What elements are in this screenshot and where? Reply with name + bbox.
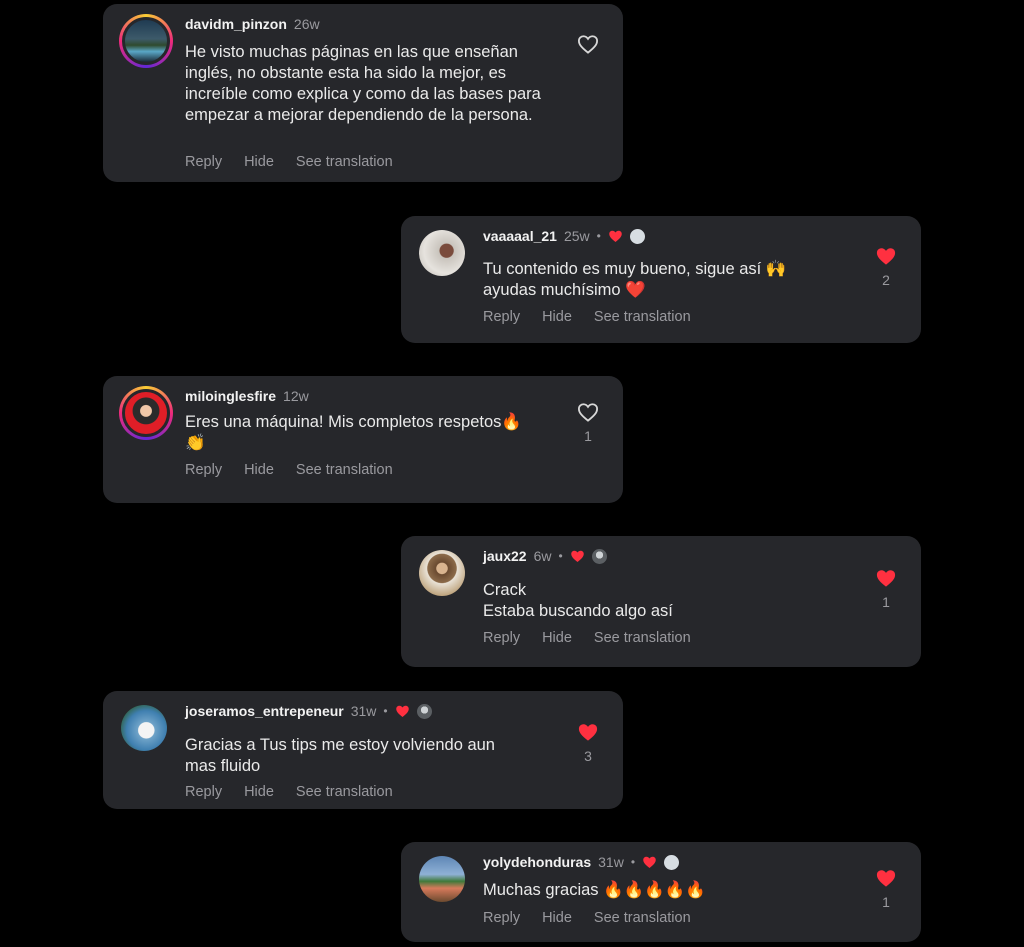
comment-card: davidm_pinzon 26w He visto muchas página… xyxy=(103,4,623,182)
like-button[interactable] xyxy=(577,34,599,54)
comment-card: jaux22 6w • Crack Estaba buscando algo a… xyxy=(401,536,921,667)
username[interactable]: davidm_pinzon xyxy=(185,16,287,32)
like-count: 1 xyxy=(882,894,890,910)
see-translation-button[interactable]: See translation xyxy=(296,154,393,170)
heart-filled-icon xyxy=(876,870,896,887)
like-button[interactable]: 2 xyxy=(875,246,897,288)
creator-avatar-icon xyxy=(664,854,680,870)
comment-text-line: Gracias a Tus tips me estoy volviendo au… xyxy=(185,736,495,754)
creator-liked-heart-icon xyxy=(395,705,409,717)
reply-button[interactable]: Reply xyxy=(185,784,222,800)
like-count: 2 xyxy=(882,272,890,288)
hide-button[interactable]: Hide xyxy=(244,784,274,800)
timestamp: 31w xyxy=(350,703,377,719)
heart-filled-icon xyxy=(876,570,896,587)
comment-actions: Reply Hide See translation xyxy=(483,630,691,646)
hide-button[interactable]: Hide xyxy=(542,309,572,325)
comment-text: Tu contenido es muy bueno, sigue así 🙌 a… xyxy=(483,259,853,301)
timestamp: 12w xyxy=(283,388,309,404)
comment-text: Crack Estaba buscando algo así xyxy=(483,580,853,622)
like-button[interactable]: 1 xyxy=(875,568,897,610)
like-button[interactable]: 1 xyxy=(875,868,897,910)
avatar[interactable] xyxy=(119,14,173,68)
hide-button[interactable]: Hide xyxy=(542,630,572,646)
comment-meta: davidm_pinzon 26w xyxy=(185,16,320,32)
username[interactable]: vaaaaal_21 xyxy=(483,228,557,244)
comment-actions: Reply Hide See translation xyxy=(483,309,691,325)
like-button[interactable]: 3 xyxy=(577,722,599,764)
see-translation-button[interactable]: See translation xyxy=(296,784,393,800)
comment-text: Gracias a Tus tips me estoy volviendo au… xyxy=(185,735,555,777)
comment-meta: jaux22 6w • xyxy=(483,548,607,564)
comment-text-line: ayudas muchísimo ❤️ xyxy=(483,281,646,299)
comment-card: miloinglesfire 12w Eres una máquina! Mis… xyxy=(103,376,623,503)
comment-text-line: mas fluido xyxy=(185,757,261,775)
comment-meta: yolydehonduras 31w • xyxy=(483,854,680,870)
separator-dot: • xyxy=(596,229,601,243)
like-count: 1 xyxy=(882,594,890,610)
like-button[interactable]: 1 xyxy=(577,402,599,444)
creator-liked-heart-icon xyxy=(570,550,584,562)
like-count: 3 xyxy=(584,748,592,764)
comment-actions: Reply Hide See translation xyxy=(185,462,393,478)
reply-button[interactable]: Reply xyxy=(483,630,520,646)
creator-avatar-icon xyxy=(591,548,607,564)
comment-card: joseramos_entrepeneur 31w • Gracias a Tu… xyxy=(103,691,623,809)
timestamp: 6w xyxy=(533,548,552,564)
comment-actions: Reply Hide See translation xyxy=(483,910,691,926)
timestamp: 25w xyxy=(563,228,590,244)
creator-liked-heart-icon xyxy=(643,856,656,868)
avatar[interactable] xyxy=(119,386,173,440)
hide-button[interactable]: Hide xyxy=(244,154,274,170)
reply-button[interactable]: Reply xyxy=(483,309,520,325)
comment-meta: vaaaaal_21 25w • xyxy=(483,228,645,244)
comment-text-line: Eres una máquina! Mis completos respetos… xyxy=(185,413,522,431)
hide-button[interactable]: Hide xyxy=(542,910,572,926)
comment-card: yolydehonduras 31w • Muchas gracias 🔥🔥🔥🔥… xyxy=(401,842,921,942)
like-count: 1 xyxy=(584,428,592,444)
reply-button[interactable]: Reply xyxy=(185,154,222,170)
reply-button[interactable]: Reply xyxy=(483,910,520,926)
separator-dot: • xyxy=(383,704,388,718)
avatar[interactable] xyxy=(419,230,465,276)
comment-text-line: Estaba buscando algo así xyxy=(483,602,673,620)
comments-screen: davidm_pinzon 26w He visto muchas página… xyxy=(0,0,1024,947)
comment-meta: miloinglesfire 12w xyxy=(185,388,309,404)
timestamp: 31w xyxy=(598,854,624,870)
see-translation-button[interactable]: See translation xyxy=(594,630,691,646)
heart-filled-icon xyxy=(578,724,598,741)
comment-actions: Reply Hide See translation xyxy=(185,784,393,800)
separator-dot: • xyxy=(558,549,563,563)
heart-outline-icon xyxy=(577,403,599,422)
comment-meta: joseramos_entrepeneur 31w • xyxy=(185,703,432,719)
see-translation-button[interactable]: See translation xyxy=(296,462,393,478)
comment-text: Eres una máquina! Mis completos respetos… xyxy=(185,412,555,454)
see-translation-button[interactable]: See translation xyxy=(594,309,691,325)
comment-actions: Reply Hide See translation xyxy=(185,154,393,170)
hide-button[interactable]: Hide xyxy=(244,462,274,478)
heart-filled-icon xyxy=(876,248,896,265)
creator-avatar-icon xyxy=(629,228,645,244)
heart-outline-icon xyxy=(577,35,599,54)
username[interactable]: joseramos_entrepeneur xyxy=(185,703,344,719)
avatar[interactable] xyxy=(419,856,465,902)
comment-text: Muchas gracias 🔥🔥🔥🔥🔥 xyxy=(483,881,706,899)
timestamp: 26w xyxy=(293,16,320,32)
comment-text-line: Tu contenido es muy bueno, sigue así 🙌 xyxy=(483,260,787,278)
avatar[interactable] xyxy=(419,550,465,596)
username[interactable]: yolydehonduras xyxy=(483,854,591,870)
separator-dot: • xyxy=(630,855,636,869)
creator-avatar-icon xyxy=(416,703,432,719)
see-translation-button[interactable]: See translation xyxy=(594,910,691,926)
comment-text-line: 👏 xyxy=(185,434,206,452)
username[interactable]: jaux22 xyxy=(483,548,527,564)
avatar[interactable] xyxy=(121,705,167,751)
comment-text: He visto muchas páginas en las que enseñ… xyxy=(185,43,541,124)
comment-text-line: Crack xyxy=(483,581,527,599)
creator-liked-heart-icon xyxy=(609,230,622,242)
comment-card: vaaaaal_21 25w • Tu contenido es muy bue… xyxy=(401,216,921,343)
username[interactable]: miloinglesfire xyxy=(185,388,276,404)
reply-button[interactable]: Reply xyxy=(185,462,222,478)
